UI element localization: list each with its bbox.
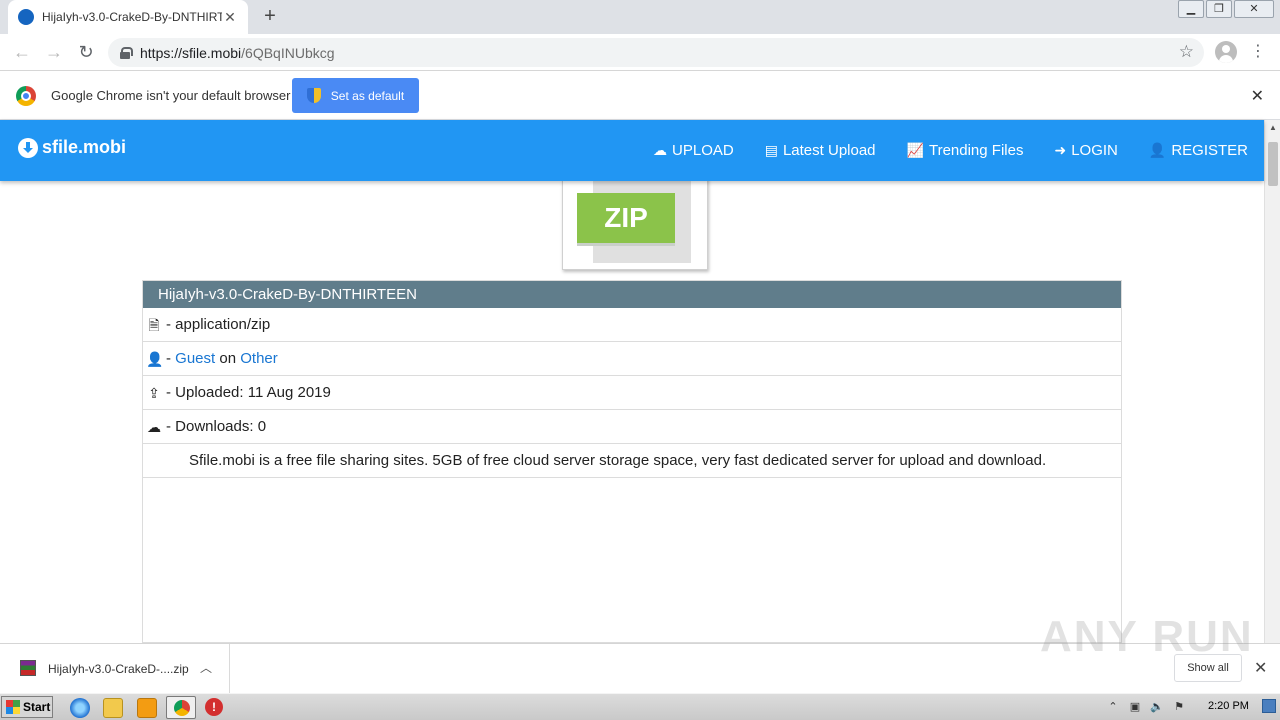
site-brand[interactable]: sfile.mobi [18, 137, 126, 158]
site-description: Sfile.mobi is a free file sharing sites.… [189, 452, 1047, 469]
list-icon: ▤ [764, 142, 778, 158]
infobar-close-icon[interactable]: ✕ [1251, 86, 1264, 106]
forward-button[interactable]: → [38, 36, 70, 68]
new-tab-button[interactable]: + [258, 4, 282, 28]
windows-logo-icon [6, 700, 20, 714]
upload-date-row: ⇪ - Uploaded: 11 Aug 2019 [143, 376, 1121, 410]
chrome-logo-icon [16, 86, 36, 106]
default-browser-infobar: Google Chrome isn't your default browser… [0, 72, 1280, 120]
on-text: on [215, 350, 241, 367]
site-navbar: sfile.mobi ☁ UPLOAD ▤ Latest Upload 📈 Tr… [0, 120, 1264, 181]
site-description-row: Sfile.mobi is a free file sharing sites.… [143, 444, 1121, 478]
close-window-button[interactable]: ✕ [1234, 0, 1274, 18]
upload-icon: ⇪ [148, 384, 160, 401]
nav-links: ☁ UPLOAD ▤ Latest Upload 📈 Trending File… [622, 120, 1248, 181]
nav-latest-upload[interactable]: ▤ Latest Upload [765, 142, 876, 159]
download-item[interactable]: HijaIyh-v3.0-CrakeD-....zip ︿ [0, 644, 230, 694]
taskbar-clock[interactable]: 2:20 PM [1208, 700, 1249, 712]
internet-explorer-icon[interactable] [70, 698, 90, 718]
login-icon: ➜ [1054, 142, 1067, 158]
downloads-row: ☁ - Downloads: 0 [143, 410, 1121, 444]
user-icon: 👤 [146, 350, 164, 367]
back-button[interactable]: ← [6, 36, 38, 68]
upload-date: - Uploaded: 11 Aug 2019 [166, 384, 331, 401]
page-scrollbar[interactable]: ▲ [1264, 120, 1280, 643]
network-icon[interactable]: ▣ [1128, 700, 1142, 714]
file-mime: - application/zip [166, 316, 271, 333]
file-name-header: HijaIyh-v3.0-CrakeD-By-DNTHIRTEEN [143, 281, 1121, 308]
download-shelf: HijaIyh-v3.0-CrakeD-....zip ︿ Show all ✕ [0, 643, 1280, 694]
volume-icon[interactable]: 🔈 [1150, 700, 1164, 714]
trend-icon: 📈 [906, 142, 924, 158]
uploader-prefix: - [166, 350, 176, 367]
nav-upload[interactable]: ☁ UPLOAD [653, 142, 734, 159]
lock-icon [120, 46, 133, 59]
shelf-close-icon[interactable]: ✕ [1254, 658, 1267, 678]
set-as-default-button[interactable]: Set as default [292, 78, 419, 113]
uploader-link[interactable]: Guest [175, 350, 215, 367]
browser-tab[interactable]: HijaIyh-v3.0-CrakeD-By-DNTHIRTEEN ✕ [8, 0, 248, 34]
cloud-upload-icon: ☁ [653, 142, 668, 158]
file-info-panel: HijaIyh-v3.0-CrakeD-By-DNTHIRTEEN 🗎 - ap… [142, 280, 1122, 643]
brand-name: sfile.mobi [42, 137, 127, 157]
chrome-menu-icon[interactable]: ⋮ [1250, 40, 1266, 64]
shield-icon [306, 88, 321, 103]
browser-toolbar: ← → ↻ https://sfile.mobi/6QBqINUbkcg ☆ ⋮ [0, 34, 1280, 71]
url-text: https://sfile.mobi/6QBqINUbkcg [140, 44, 335, 61]
download-count: - Downloads: 0 [166, 418, 267, 435]
download-circle-icon [18, 137, 38, 158]
chrome-taskbar-icon[interactable] [166, 696, 196, 719]
tab-close-icon[interactable]: ✕ [222, 9, 238, 26]
set-as-default-label: Set as default [330, 88, 405, 103]
infobar-message: Google Chrome isn't your default browser [51, 88, 291, 103]
bookmark-star-icon[interactable]: ☆ [1179, 42, 1194, 62]
show-desktop-button[interactable] [1262, 699, 1276, 713]
file-archive-icon: 🗎 [148, 316, 160, 333]
show-all-button[interactable]: Show all [1174, 654, 1242, 682]
tray-expand-icon[interactable]: ⌃ [1106, 700, 1120, 714]
nav-register[interactable]: 👤 REGISTER [1149, 142, 1248, 159]
start-button[interactable]: Start [1, 696, 53, 718]
uploader-row: 👤 - Guest on Other [143, 342, 1121, 376]
sfile-favicon-icon [18, 9, 34, 25]
scroll-up-arrow-icon[interactable]: ▲ [1265, 120, 1280, 136]
category-link[interactable]: Other [240, 350, 278, 367]
chevron-up-icon[interactable]: ︿ [200, 659, 212, 676]
window-controls: ▁ ❐ ✕ [1176, 0, 1274, 18]
file-type-row: 🗎 - application/zip [143, 308, 1121, 342]
download-filename: HijaIyh-v3.0-CrakeD-....zip [48, 662, 189, 676]
scrollbar-thumb[interactable] [1268, 142, 1278, 186]
zip-badge: ZIP [577, 193, 675, 243]
minimize-button[interactable]: ▁ [1178, 0, 1204, 18]
address-bar[interactable]: https://sfile.mobi/6QBqINUbkcg ☆ [108, 38, 1204, 67]
tab-title: HijaIyh-v3.0-CrakeD-By-DNTHIRTEEN [42, 10, 222, 24]
nav-trending-files[interactable]: 📈 Trending Files [907, 142, 1024, 159]
nav-login[interactable]: ➜ LOGIN [1054, 142, 1117, 159]
media-player-icon[interactable] [137, 698, 157, 718]
restore-button[interactable]: ❐ [1206, 0, 1232, 18]
action-center-flag-icon[interactable]: ⚑ [1172, 700, 1186, 714]
folder-icon[interactable] [103, 698, 123, 718]
reload-button[interactable]: ↻ [70, 36, 102, 68]
windows-taskbar: Start ! ⌃ ▣ 🔈 ⚑ 2:20 PM [0, 693, 1280, 720]
tab-strip: HijaIyh-v3.0-CrakeD-By-DNTHIRTEEN ✕ + ▁ … [0, 0, 1280, 34]
cloud-download-icon: ☁ [147, 418, 161, 435]
user-plus-icon: 👤 [1148, 142, 1167, 158]
zip-file-thumbnail: ZIP [562, 170, 708, 270]
stop-icon[interactable]: ! [205, 698, 223, 716]
profile-avatar[interactable] [1215, 41, 1237, 63]
archive-file-icon [20, 660, 36, 676]
